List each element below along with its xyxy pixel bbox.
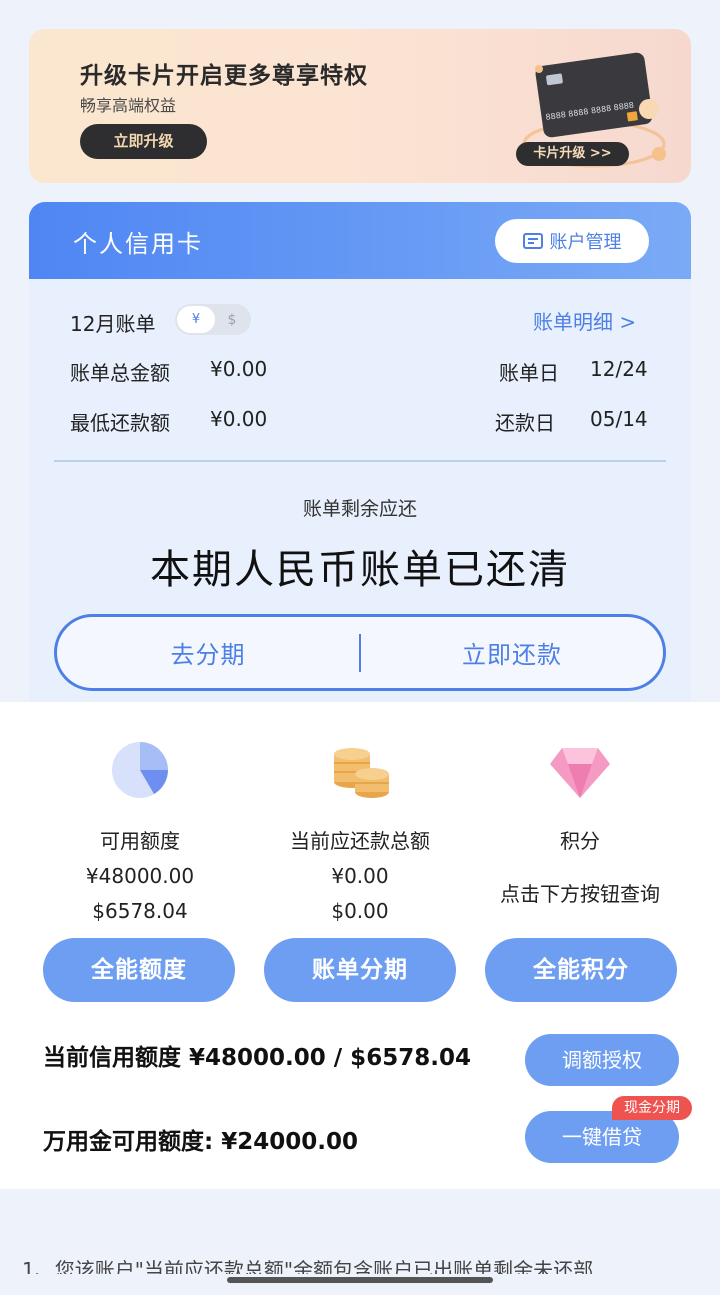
account-management-label: 账户管理 xyxy=(549,232,622,253)
credit-limit-button[interactable]: 全能额度 xyxy=(43,938,235,1002)
available-credit-column: 可用额度 ¥48000.00 $6578.04 xyxy=(20,702,260,924)
bill-detail-link[interactable]: 账单明细 > xyxy=(533,306,636,335)
min-payment-value: ¥0.00 xyxy=(210,407,268,431)
currency-toggle[interactable]: ¥ $ xyxy=(175,304,251,335)
currency-cny-option[interactable]: ¥ xyxy=(177,306,215,333)
card-header: 个人信用卡 账户管理 xyxy=(29,202,691,279)
total-due-title: 当前应还款总额 xyxy=(290,829,430,853)
remaining-due-status: 本期人民币账单已还清 xyxy=(150,547,570,593)
adjust-limit-button[interactable]: 调额授权 xyxy=(525,1034,679,1086)
bill-installment-button[interactable]: 账单分期 xyxy=(264,938,456,1002)
upgrade-now-button[interactable]: 立即升级 xyxy=(80,124,207,159)
total-amount-value: ¥0.00 xyxy=(210,357,268,381)
available-credit-cny: ¥48000.00 xyxy=(85,864,195,888)
repay-now-button[interactable]: 立即还款 xyxy=(361,635,663,670)
bill-day-value: 12/24 xyxy=(590,357,648,381)
current-credit-limit: 当前信用额度 ¥48000.00 / $6578.04 xyxy=(43,1045,471,1071)
total-amount-label: 账单总金额 xyxy=(70,361,170,385)
promo-title: 升级卡片开启更多尊享特权 xyxy=(80,63,368,89)
total-due-column: 当前应还款总额 ¥0.00 $0.00 xyxy=(240,702,480,924)
credit-card-panel: 个人信用卡 账户管理 12月账单 ¥ $ 账单明细 > 账单总金额 ¥0.00 … xyxy=(29,202,691,702)
footer-note: 1、您该账户"当前应还款总额"余额包含账户已出账单剩余未还部 xyxy=(22,1258,594,1274)
total-due-usd: $0.00 xyxy=(331,899,389,923)
diamond-icon xyxy=(550,748,610,798)
coins-icon xyxy=(334,748,389,798)
payment-actions: 去分期 立即还款 xyxy=(54,614,666,691)
installment-button[interactable]: 去分期 xyxy=(57,635,359,670)
bill-day-label: 账单日 xyxy=(499,361,559,385)
pie-chart-icon xyxy=(112,742,168,798)
total-due-cny: ¥0.00 xyxy=(331,864,389,888)
account-management-button[interactable]: 账户管理 xyxy=(495,219,649,263)
min-payment-label: 最低还款额 xyxy=(70,411,170,435)
available-credit-title: 可用额度 xyxy=(100,829,180,853)
account-summary: 可用额度 ¥48000.00 $6578.04 当前应还款总额 ¥0.00 $0… xyxy=(0,702,720,1189)
remaining-due-label: 账单剩余应还 xyxy=(302,498,417,520)
flex-credit-limit: 万用金可用额度: ¥24000.00 xyxy=(43,1129,358,1155)
card-title: 个人信用卡 xyxy=(73,230,203,258)
bill-month-label: 12月账单 xyxy=(70,312,156,336)
points-title: 积分 xyxy=(560,829,600,853)
available-credit-usd: $6578.04 xyxy=(92,899,188,923)
points-column: 积分 点击下方按钮查询 xyxy=(460,702,700,907)
promo-banner[interactable]: 升级卡片开启更多尊享特权 畅享高端权益 立即升级 8888 8888 8888 … xyxy=(29,29,691,183)
card-upgrade-tag[interactable]: 卡片升级 >> xyxy=(516,142,629,166)
currency-usd-option[interactable]: $ xyxy=(215,312,249,328)
promo-subtitle: 畅享高端权益 xyxy=(80,96,177,115)
points-hint: 点击下方按钮查询 xyxy=(500,882,660,906)
points-button[interactable]: 全能积分 xyxy=(485,938,677,1002)
divider xyxy=(54,460,666,462)
home-indicator[interactable] xyxy=(227,1277,493,1283)
due-day-label: 还款日 xyxy=(495,411,555,435)
account-card-icon xyxy=(522,233,543,249)
due-day-value: 05/14 xyxy=(590,407,648,431)
cash-installment-tag: 现金分期 xyxy=(612,1096,692,1120)
